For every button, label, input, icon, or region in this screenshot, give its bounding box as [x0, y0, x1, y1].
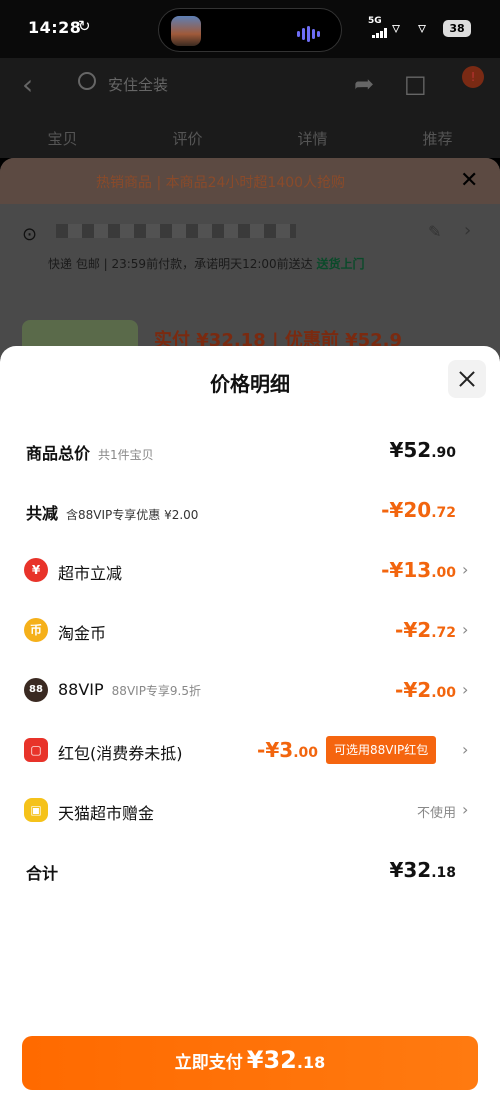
row-value: -¥13.00	[381, 558, 456, 582]
row-label: 商品总价 共1件宝贝	[26, 444, 154, 463]
row-value: ¥52.90	[389, 438, 456, 462]
audio-wave-icon	[297, 23, 327, 42]
tab-detail[interactable]: 详情	[297, 128, 327, 149]
row-label: 超市立减	[58, 564, 123, 583]
row-sub: 含88VIP专享优惠 ¥2.00	[66, 508, 199, 522]
pay-label: 立即支付	[174, 1053, 243, 1073]
back-icon[interactable]: ‹	[22, 68, 33, 101]
tab-review[interactable]: 评价	[172, 128, 202, 149]
row-sub: 88VIP专享9.5折	[111, 684, 202, 698]
network-label: 5G	[368, 16, 382, 26]
row-taojinbi[interactable]: 币 淘金币 -¥2.72 ›	[0, 610, 500, 650]
price-detail-modal: 价格明细 商品总价 共1件宝贝 ¥52.90 共减 含88VIP专享优惠 ¥2.00…	[0, 346, 500, 1111]
row-sub: 共1件宝贝	[98, 448, 154, 462]
wifi-icon: ▿	[418, 18, 427, 37]
signal-icon	[372, 28, 387, 38]
battery-icon: 38	[443, 20, 471, 37]
close-button[interactable]	[448, 360, 486, 398]
tab-recommend[interactable]: 推荐	[422, 128, 452, 149]
product-tabs: 宝贝 评价 详情 推荐	[0, 128, 500, 149]
tab-item[interactable]: 宝贝	[47, 128, 77, 149]
dynamic-island[interactable]	[158, 8, 342, 52]
row-label: 共减 含88VIP专享优惠 ¥2.00	[26, 504, 199, 523]
row-value: -¥3.00	[257, 738, 318, 762]
clock: 14:28	[28, 18, 82, 37]
row-red-packet[interactable]: ▢ 红包(消费券未抵) -¥3.00 可选用88VIP红包 ›	[0, 730, 500, 770]
vip-red-packet-badge[interactable]: 可选用88VIP红包	[326, 736, 437, 764]
cart-icon[interactable]: □	[404, 70, 427, 98]
chevron-right-icon[interactable]: ›	[462, 800, 468, 819]
chevron-right-icon[interactable]: ›	[462, 740, 468, 759]
row-total-price: 商品总价 共1件宝贝 ¥52.90	[0, 430, 500, 470]
search-input[interactable]: 安住全装	[108, 74, 168, 95]
wifi-icon: ▿	[392, 18, 401, 37]
row-tmall-gift[interactable]: ▣ 天猫超市赠金 不使用 ›	[0, 790, 500, 830]
pay-amount: ¥32.18	[246, 1046, 326, 1074]
chevron-right-icon[interactable]: ›	[462, 560, 468, 579]
chevron-right-icon[interactable]: ›	[462, 620, 468, 639]
gold-coin-icon: 币	[24, 618, 48, 642]
address-blurred	[56, 224, 296, 238]
location-icon: ⊙	[22, 224, 38, 245]
chevron-right-icon[interactable]: ›	[462, 680, 468, 699]
gift-cat-icon: ▣	[24, 798, 48, 822]
row-total-discount: 共减 含88VIP专享优惠 ¥2.00 -¥20.72	[0, 490, 500, 530]
status-bar: 14:28 ↻ 5G ▿ ▿ 38	[0, 0, 500, 58]
row-supermarket-discount[interactable]: ¥ 超市立减 -¥13.00 ›	[0, 550, 500, 590]
row-grand-total: 合计 ¥32.18	[0, 850, 500, 890]
order-sheet: 热销商品 | 本商品24小时超1400人抢购 ✕ ⊙ ✎ › 快递 包邮 | 2…	[0, 158, 500, 358]
row-88vip[interactable]: 88 88VIP 88VIP专享9.5折 -¥2.00 ›	[0, 670, 500, 710]
search-icon[interactable]	[78, 72, 96, 90]
share-icon[interactable]: ➦	[354, 70, 374, 98]
row-label: 合计	[26, 864, 59, 883]
close-icon[interactable]: ✕	[460, 168, 478, 193]
row-label: 红包(消费券未抵)	[58, 744, 183, 763]
row-value: -¥20.72	[381, 498, 456, 522]
row-value: -¥2.00	[395, 678, 456, 702]
album-art	[171, 16, 201, 46]
row-label: 淘金币	[58, 624, 107, 643]
row-status: 不使用	[416, 806, 456, 821]
delivery-info: 快递 包邮 | 23:59前付款，承诺明天12:00前送达 送货上门	[48, 257, 365, 271]
row-label: 天猫超市赠金	[58, 804, 155, 823]
top-nav: ‹ 安住全装 ➦ □ ! 宝贝 评价 详情 推荐	[0, 58, 500, 158]
pay-now-button[interactable]: 立即支付 ¥32.18	[22, 1036, 478, 1090]
row-value: -¥2.72	[395, 618, 456, 642]
vip-88-icon: 88	[24, 678, 48, 702]
yen-coupon-icon: ¥	[24, 558, 48, 582]
more-icon[interactable]: !	[462, 66, 484, 88]
sync-icon: ↻	[78, 17, 91, 35]
row-value: ¥32.18	[389, 858, 456, 882]
row-label: 88VIP 88VIP专享9.5折	[58, 680, 202, 699]
hot-banner-text: 热销商品 | 本商品24小时超1400人抢购	[96, 175, 346, 191]
chevron-right-icon[interactable]: ›	[464, 220, 471, 241]
modal-title: 价格明细	[210, 372, 290, 396]
red-packet-icon: ▢	[24, 738, 48, 762]
edit-icon[interactable]: ✎	[428, 222, 441, 241]
background-page: ‹ 安住全装 ➦ □ ! 宝贝 评价 详情 推荐 热销商品 | 本商品24小时超…	[0, 58, 500, 358]
delivery-highlight: 送货上门	[316, 257, 365, 271]
